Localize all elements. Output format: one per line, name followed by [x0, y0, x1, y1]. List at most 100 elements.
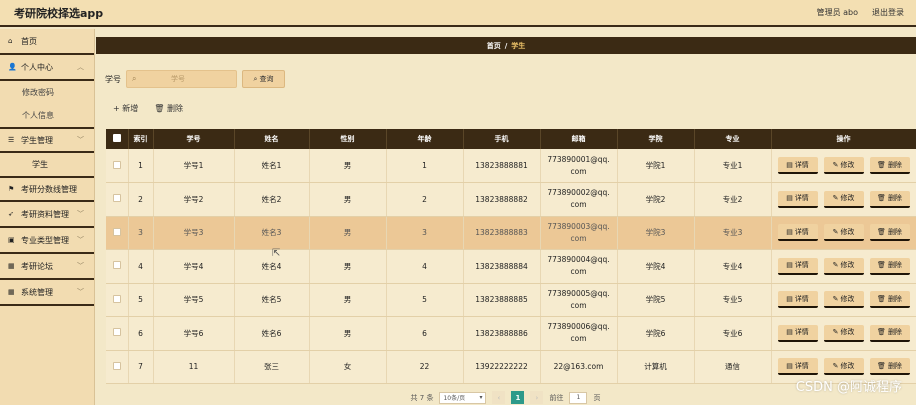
sidebar-item-material-management[interactable]: ➶ 考研资料管理 ﹀: [0, 202, 94, 228]
edit-button[interactable]: ✎ 修改: [823, 157, 864, 174]
row-checkbox[interactable]: [106, 216, 129, 250]
row-checkbox[interactable]: [106, 249, 129, 284]
top-right-menu: 管理员 abo 退出登录: [817, 7, 904, 18]
sidebar-item-forum[interactable]: ▦ 考研论坛 ﹀: [0, 254, 94, 280]
sidebar-item-label: 个人中心: [21, 62, 53, 72]
edit-button[interactable]: ✎ 修改: [823, 224, 864, 242]
sidebar-subitem-change-password[interactable]: 修改密码: [0, 81, 94, 104]
column-header: 学院: [617, 129, 695, 149]
sidebar-item-system-management[interactable]: ▦ 系统管理 ﹀: [0, 280, 94, 306]
cell-email: 773890006@qq.com: [540, 316, 618, 351]
sidebar-item-label: 学生管理: [21, 135, 53, 145]
logout-button[interactable]: 退出登录: [872, 7, 904, 18]
delete-icon: 🗑: [877, 194, 886, 203]
cell-student-id: 学号6: [153, 316, 235, 351]
detail-button[interactable]: ▤ 详情: [777, 157, 818, 174]
action-label: 修改: [840, 160, 855, 169]
cell-index: 5: [128, 283, 154, 317]
delete-icon: 🗑: [877, 160, 886, 169]
detail-button[interactable]: ▤ 详情: [777, 190, 818, 208]
sidebar-item-home[interactable]: ⌂ 首页: [0, 29, 94, 55]
cell-college: 计算机: [617, 350, 695, 384]
cell-name: 姓名5: [234, 283, 310, 317]
sidebar-subitem-student[interactable]: 学生: [0, 153, 94, 176]
select-all-checkbox[interactable]: [106, 129, 129, 149]
cell-email: 22@163.com: [540, 350, 618, 384]
prev-page-button[interactable]: ‹: [492, 391, 506, 404]
detail-button[interactable]: ▤ 详情: [777, 291, 818, 309]
column-header: 姓名: [234, 129, 310, 149]
detail-icon: ▤: [786, 160, 793, 169]
edit-button[interactable]: ✎ 修改: [823, 257, 864, 275]
goto-page-input[interactable]: 1: [569, 391, 588, 404]
sidebar: ⌂ 首页 👤 个人中心 ︿ 修改密码 个人信息 ☰ 学生管理 ﹀ 学生 ⚑ 考研…: [0, 29, 95, 405]
delete-button[interactable]: 🗑 删除: [869, 257, 910, 275]
query-button[interactable]: ⌕ 查询: [242, 70, 285, 88]
next-page-button[interactable]: ›: [530, 391, 544, 404]
action-label: 详情: [794, 160, 809, 169]
page-unit-label: 页: [593, 393, 601, 402]
add-button[interactable]: + 新增: [113, 103, 138, 114]
detail-button[interactable]: ▤ 详情: [777, 224, 818, 242]
cell-gender: 男: [309, 283, 387, 317]
row-checkbox[interactable]: [106, 316, 129, 351]
detail-button[interactable]: ▤ 详情: [777, 358, 818, 376]
column-header: 专业: [694, 129, 772, 149]
chevron-down-icon: ﹀: [77, 262, 84, 270]
action-label: 修改: [840, 227, 855, 236]
edit-button[interactable]: ✎ 修改: [823, 324, 864, 342]
search-input[interactable]: ⌕ 学号: [126, 70, 237, 88]
cell-student-id: 学号3: [153, 216, 235, 250]
page-size-value: 10条/页: [443, 395, 466, 402]
table-row: 7 11 张三女 22 13922222222 22@163.com 计算机 通信 ▤ 详情 ✎ 修改…: [106, 350, 916, 384]
delete-button[interactable]: 🗑 删除: [869, 224, 910, 242]
sidebar-item-student-management[interactable]: ☰ 学生管理 ﹀: [0, 127, 94, 153]
action-label: 详情: [794, 227, 809, 236]
cell-phone: 13823888883: [463, 216, 541, 250]
page-size-select[interactable]: 10条/页 ▾: [439, 391, 487, 404]
row-checkbox[interactable]: [106, 283, 129, 317]
cell-index: 2: [128, 182, 154, 217]
cell-college: 学院3: [617, 216, 695, 250]
cell-age: 4: [386, 249, 464, 284]
delete-button[interactable]: 🗑 删除: [869, 358, 910, 376]
detail-button[interactable]: ▤ 详情: [777, 324, 818, 342]
sidebar-item-personal-center[interactable]: 👤 个人中心 ︿: [0, 55, 94, 81]
row-checkbox[interactable]: [106, 149, 129, 183]
cell-age: 5: [386, 283, 464, 317]
page-number-button[interactable]: 1: [511, 391, 525, 404]
row-checkbox[interactable]: [106, 350, 129, 384]
breadcrumb-home[interactable]: 首页: [487, 41, 501, 51]
delete-button[interactable]: 🗑 删除: [869, 190, 910, 208]
cell-index: 3: [128, 216, 154, 250]
table-row: 2 学号2 姓名2 男 2 13823888882 773890002@qq.com 学院2 专…: [106, 182, 916, 217]
action-label: 详情: [794, 328, 809, 337]
action-label: 详情: [794, 294, 809, 303]
cell-college: 学院6: [617, 316, 695, 351]
delete-button[interactable]: 🗑 删除: [869, 324, 910, 342]
column-header: 操作: [771, 129, 916, 149]
edit-button[interactable]: ✎ 修改: [823, 291, 864, 309]
edit-button[interactable]: ✎ 修改: [823, 358, 864, 376]
action-label: 删除: [887, 361, 902, 370]
sidebar-subitem-personal-info[interactable]: 个人信息: [0, 104, 94, 127]
cell-phone: 13823888884: [463, 249, 541, 284]
admin-label[interactable]: 管理员 abo: [817, 7, 858, 18]
delete-button[interactable]: 🗑 删除: [869, 157, 910, 174]
sidebar-item-score-line-management[interactable]: ⚑ 考研分数线管理: [0, 176, 94, 202]
edit-icon: ✎: [832, 294, 839, 303]
search-bar: 学号 ⌕ 学号 ⌕ 查询: [105, 70, 285, 88]
edit-button[interactable]: ✎ 修改: [823, 190, 864, 208]
batch-delete-button[interactable]: 🗑 删除: [154, 103, 183, 114]
row-checkbox[interactable]: [106, 182, 129, 217]
cell-phone: 13823888881: [463, 149, 541, 183]
cell-index: 4: [128, 249, 154, 284]
cell-gender: 男: [309, 182, 387, 217]
action-label: 详情: [794, 194, 809, 203]
edit-icon: ✎: [832, 194, 839, 203]
delete-icon: 🗑: [877, 294, 886, 303]
action-label: 删除: [887, 328, 902, 337]
detail-button[interactable]: ▤ 详情: [777, 257, 818, 275]
delete-button[interactable]: 🗑 删除: [869, 291, 910, 309]
sidebar-item-major-type-management[interactable]: ▣ 专业类型管理 ﹀: [0, 228, 94, 254]
